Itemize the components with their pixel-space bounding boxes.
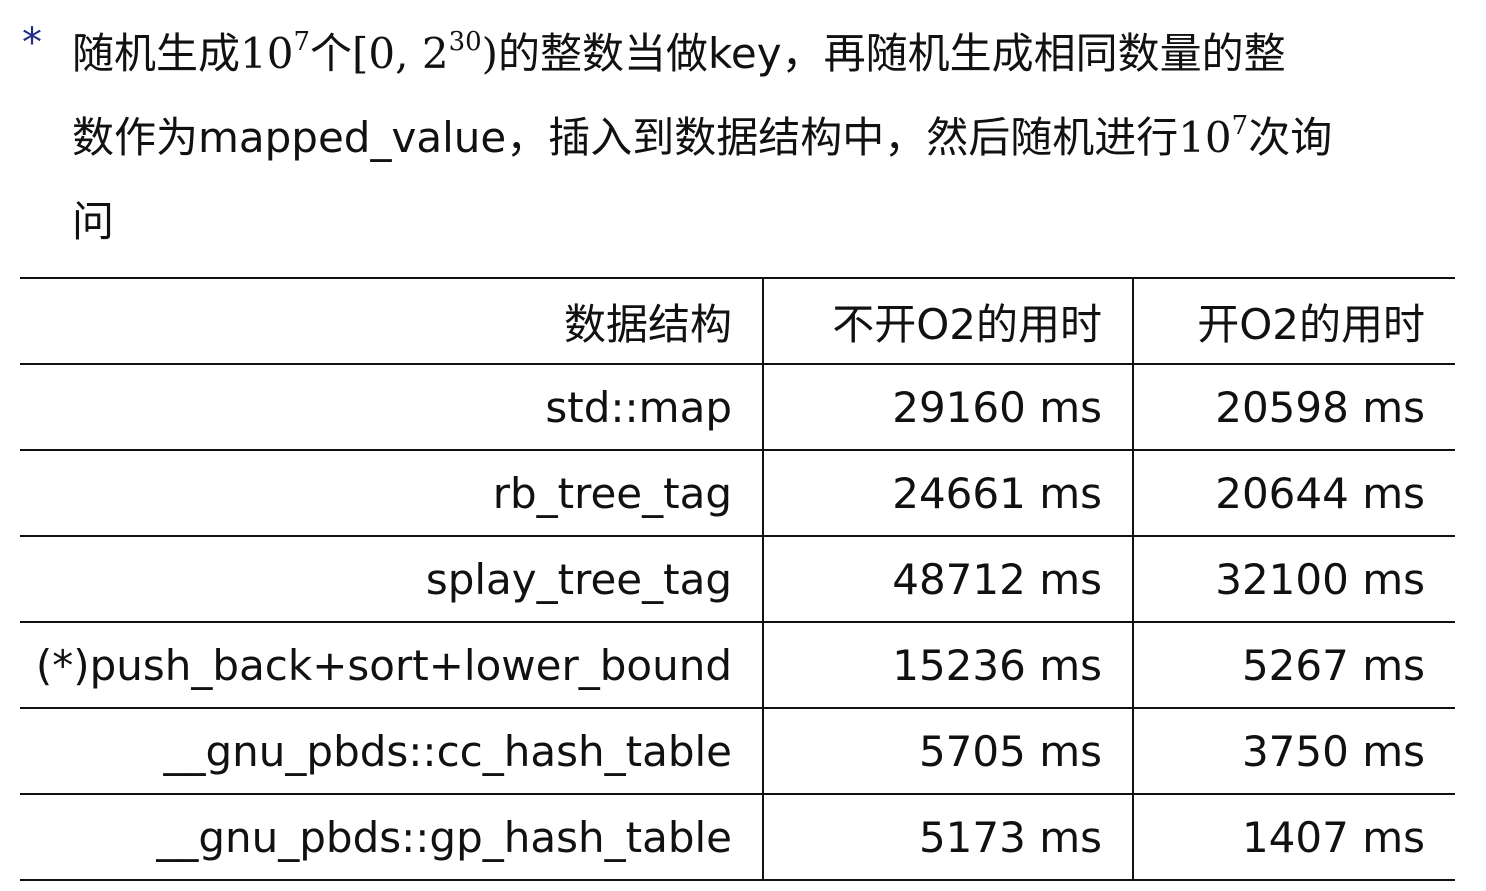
- cell-o2-time: 32100 ms: [1132, 536, 1455, 622]
- timing-table: 数据结构 不开O2的用时 开O2的用时 std::map 29160 ms 20…: [20, 277, 1455, 881]
- math-power-base: 10: [240, 29, 294, 78]
- bullet-text: 随机生成107个[0, 230)的整数当做key，再随机生成相同数量的整 数作为…: [72, 12, 1482, 264]
- header-no-o2-time: 不开O2的用时: [762, 278, 1133, 364]
- math-exponent: 30: [448, 27, 482, 57]
- cell-o2-time: 5267 ms: [1132, 622, 1455, 708]
- cell-o2-time: 3750 ms: [1132, 708, 1455, 794]
- cell-structure: splay_tree_tag: [425, 554, 732, 604]
- cell-no-o2-time: 15236 ms: [762, 622, 1133, 708]
- cell-no-o2-time: 5705 ms: [762, 708, 1133, 794]
- cell-structure: rb_tree_tag: [492, 468, 732, 518]
- table-row: __gnu_pbds::gp_hash_table 5173 ms 1407 m…: [20, 794, 1455, 880]
- cell-o2-time: 20598 ms: [1132, 364, 1455, 450]
- cell-no-o2-time: 29160 ms: [762, 364, 1133, 450]
- bullet-line-2: 数作为mapped_value，插入到数据结构中，然后随机进行107次询: [72, 96, 1482, 180]
- table-row: rb_tree_tag 24661 ms 20644 ms: [20, 450, 1455, 536]
- cell-o2-time: 1407 ms: [1132, 794, 1455, 880]
- cell-no-o2-time: 48712 ms: [762, 536, 1133, 622]
- cell-structure: __gnu_pbds::cc_hash_table: [163, 726, 732, 776]
- bullet-line-3: 问: [72, 180, 1482, 264]
- text-segment: 个: [310, 29, 353, 78]
- table-row: (*)push_back+sort+lower_bound 15236 ms 5…: [20, 622, 1455, 708]
- cell-o2-time: 20644 ms: [1132, 450, 1455, 536]
- math-exponent: 7: [293, 27, 311, 57]
- text-segment: 的整数当做key，再随机生成相同数量的整: [498, 29, 1286, 78]
- table-header-row: 数据结构 不开O2的用时 开O2的用时: [20, 278, 1455, 364]
- text-segment: 次询: [1248, 113, 1333, 162]
- table-row: splay_tree_tag 48712 ms 32100 ms: [20, 536, 1455, 622]
- header-o2-time: 开O2的用时: [1132, 278, 1455, 364]
- table-row: __gnu_pbds::cc_hash_table 5705 ms 3750 m…: [20, 708, 1455, 794]
- bullet-line-1: 随机生成107个[0, 230)的整数当做key，再随机生成相同数量的整: [72, 12, 1482, 96]
- cell-structure: std::map: [545, 382, 732, 432]
- cell-structure: __gnu_pbds::gp_hash_table: [156, 812, 732, 862]
- timing-table-container: 数据结构 不开O2的用时 开O2的用时 std::map 29160 ms 20…: [20, 277, 1455, 881]
- header-structure: 数据结构: [563, 299, 732, 349]
- text-segment: 数作为mapped_value，插入到数据结构中，然后随机进行: [72, 113, 1179, 162]
- text-segment: 随机生成: [72, 29, 241, 78]
- cell-no-o2-time: 24661 ms: [762, 450, 1133, 536]
- cell-structure: (*)push_back+sort+lower_bound: [35, 640, 732, 690]
- math-power-base: 10: [1178, 113, 1232, 162]
- math-interval: [0, 2: [352, 29, 449, 78]
- table-row: std::map 29160 ms 20598 ms: [20, 364, 1455, 450]
- text-segment: 问: [72, 197, 115, 246]
- bullet-marker: *: [22, 20, 42, 66]
- cell-no-o2-time: 5173 ms: [762, 794, 1133, 880]
- math-exponent: 7: [1231, 111, 1249, 141]
- math-interval-close: ): [481, 29, 499, 78]
